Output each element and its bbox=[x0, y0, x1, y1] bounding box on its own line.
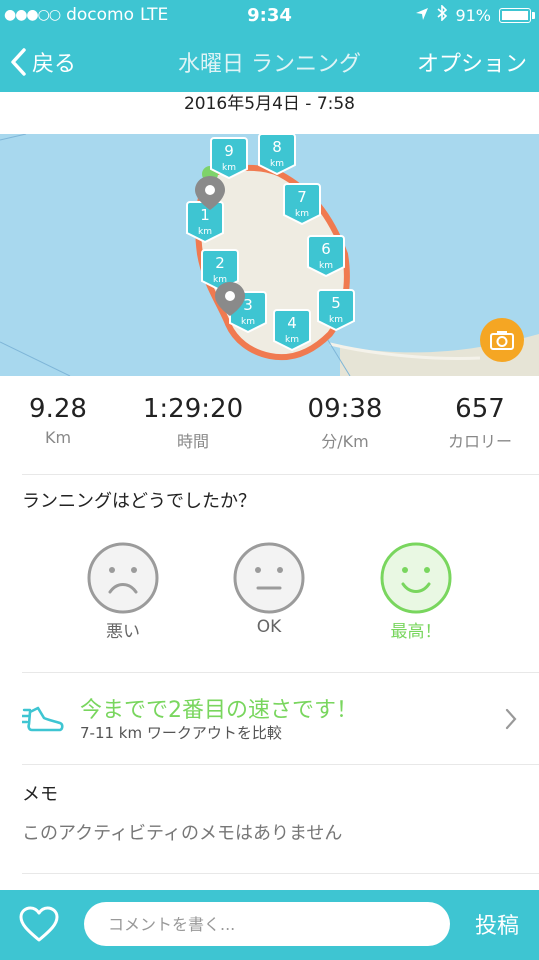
km-marker-number: 5 bbox=[331, 294, 341, 312]
stat-value: 657 bbox=[455, 394, 505, 424]
divider bbox=[22, 873, 539, 874]
mood-ok-button[interactable] bbox=[233, 542, 305, 614]
km-marker-5[interactable]: 5 km bbox=[317, 289, 355, 332]
stat-value: 1:29:20 bbox=[142, 394, 244, 424]
compare-workouts-row[interactable]: 今までで2番目の速さです！ 7-11 km ワークアウトを比較 bbox=[0, 678, 539, 764]
stat-label: カロリー bbox=[447, 432, 512, 451]
km-marker-number: 3 bbox=[243, 296, 253, 314]
km-marker-unit: km bbox=[222, 163, 236, 173]
km-marker-6[interactable]: 6 km bbox=[307, 235, 345, 278]
mood-great-label: 最高！ bbox=[390, 622, 442, 642]
km-marker-unit: km bbox=[285, 335, 299, 345]
stat-value: 9.28 bbox=[29, 394, 87, 424]
km-marker-number: 6 bbox=[321, 240, 331, 258]
km-marker-number: 4 bbox=[287, 314, 297, 332]
km-marker-number: 7 bbox=[297, 188, 307, 206]
route-map[interactable]: 1 km 2 km 3 km 4 km 5 km 6 km 7 km 8 km 9 km bbox=[0, 134, 539, 376]
km-marker-unit: km bbox=[295, 209, 309, 219]
km-marker-number: 2 bbox=[215, 254, 225, 272]
nav-bar: 戻る 水曜日 ランニング オプション bbox=[0, 32, 539, 92]
compare-subtitle: 7-11 km ワークアウトを比較 bbox=[80, 724, 282, 742]
mood-ok-label: OK bbox=[256, 617, 282, 637]
chevron-left-icon bbox=[11, 48, 26, 76]
post-button[interactable]: 投稿 bbox=[475, 908, 519, 940]
like-button[interactable] bbox=[18, 905, 60, 947]
camera-button[interactable] bbox=[480, 318, 524, 362]
km-marker-unit: km bbox=[319, 261, 333, 271]
bluetooth-icon bbox=[437, 4, 448, 25]
stat-pace: 09:38 分/Km bbox=[290, 394, 400, 452]
km-marker-number: 8 bbox=[272, 138, 282, 156]
stat-label: 時間 bbox=[176, 432, 209, 451]
divider bbox=[22, 764, 539, 765]
divider bbox=[22, 672, 539, 673]
compare-title: 今までで2番目の速さです！ bbox=[80, 698, 358, 723]
mood-bad-label: 悪い bbox=[106, 622, 140, 642]
back-button[interactable]: 戻る bbox=[10, 46, 76, 78]
divider bbox=[22, 474, 539, 475]
km-marker-unit: km bbox=[329, 315, 343, 325]
km-marker-unit: km bbox=[198, 227, 212, 237]
stat-label: 分/Km bbox=[321, 432, 369, 451]
heart-icon bbox=[19, 906, 59, 942]
km-marker-1[interactable]: 1km bbox=[186, 201, 224, 244]
feeling-question: ランニングはどうでしたか？ bbox=[22, 491, 256, 512]
status-bar: ●●●○○ docomo LTE 9:34 91% bbox=[0, 0, 539, 32]
stat-label: Km bbox=[44, 428, 72, 447]
activity-date: 2016年5月4日 - 7:58 bbox=[183, 94, 355, 114]
options-button[interactable]: オプション bbox=[417, 46, 527, 78]
km-marker-8[interactable]: 8 km bbox=[258, 134, 296, 176]
camera-icon bbox=[490, 331, 514, 350]
km-marker-number: 9 bbox=[224, 142, 234, 160]
memo-text: このアクティビティのメモはありません bbox=[22, 823, 343, 844]
happy-face-icon bbox=[380, 542, 452, 614]
neutral-face-icon bbox=[233, 542, 305, 614]
back-label: 戻る bbox=[32, 52, 77, 77]
stat-distance: 9.28 Km bbox=[8, 394, 108, 447]
km-marker-unit: km bbox=[270, 159, 284, 169]
mood-great-button[interactable] bbox=[380, 542, 452, 614]
mood-bad-button[interactable] bbox=[87, 542, 159, 614]
km-marker-4[interactable]: 4 km bbox=[273, 309, 311, 352]
km-marker-9[interactable]: 9 km bbox=[210, 137, 248, 180]
stat-duration: 1:29:20 時間 bbox=[128, 394, 258, 452]
km-marker-unit: km bbox=[241, 317, 255, 327]
memo-heading: メモ bbox=[22, 784, 58, 805]
location-arrow-icon bbox=[415, 6, 429, 25]
km-marker-7[interactable]: 7 km bbox=[283, 183, 321, 226]
stats-row: 9.28 Km 1:29:20 時間 09:38 分/Km 657 カロリー bbox=[0, 394, 539, 474]
chevron-right-icon bbox=[505, 708, 517, 730]
sad-face-icon bbox=[87, 542, 159, 614]
running-shoe-icon bbox=[22, 706, 64, 732]
battery-percent: 91% bbox=[455, 5, 491, 25]
comment-input[interactable] bbox=[84, 902, 450, 946]
comment-bar: 投稿 bbox=[0, 890, 539, 960]
stat-calories: 657 カロリー bbox=[425, 394, 535, 452]
battery-icon bbox=[499, 7, 535, 23]
stat-value: 09:38 bbox=[307, 394, 383, 424]
